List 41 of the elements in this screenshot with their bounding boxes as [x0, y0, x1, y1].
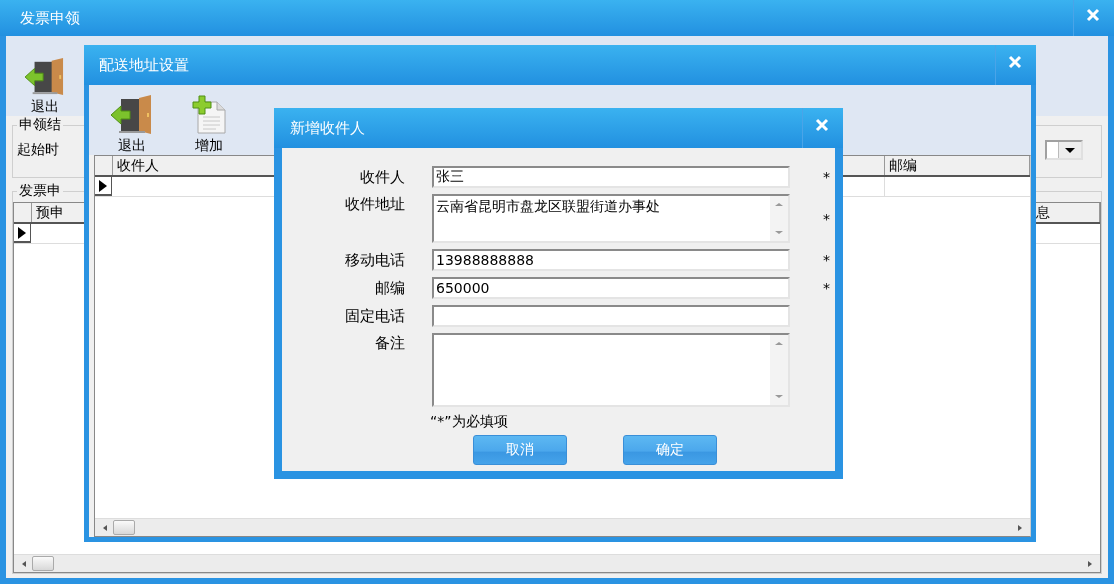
field-label: 起始时	[17, 141, 59, 159]
field-label: 邮编	[374, 277, 405, 299]
group-title: 申领结	[18, 116, 62, 134]
close-icon	[1008, 55, 1022, 69]
dialog-title: 新增收件人	[290, 118, 366, 138]
field-label: 收件人	[359, 166, 405, 188]
column-header[interactable]: 邮编	[885, 156, 1030, 175]
required-mark: *	[822, 252, 831, 268]
window-title: 发票申领	[20, 8, 81, 28]
window-title: 配送地址设置	[99, 55, 190, 75]
close-icon	[1086, 8, 1100, 22]
row-pointer-icon	[99, 179, 107, 192]
field-label: 固定电话	[344, 305, 405, 327]
add-document-icon	[189, 95, 229, 135]
close-icon	[815, 118, 829, 132]
dropdown[interactable]	[1045, 140, 1083, 160]
required-mark: *	[822, 169, 831, 185]
required-mark: *	[822, 210, 831, 227]
group-title: 发票申	[18, 182, 62, 200]
exit-button[interactable]: 退出	[109, 95, 155, 155]
input-field[interactable]: 650000	[432, 277, 790, 299]
add-button[interactable]: 增加	[189, 95, 229, 155]
exit-button[interactable]: 退出	[22, 58, 68, 116]
input-field[interactable]	[432, 305, 790, 327]
scrollbar[interactable]	[95, 518, 1030, 536]
scrollbar[interactable]	[14, 554, 1100, 572]
field-label: 收件地址	[344, 194, 405, 215]
input-field[interactable]: 张三	[432, 166, 790, 188]
input-field[interactable]: 13988888888	[432, 249, 790, 271]
close-button[interactable]	[1008, 55, 1022, 69]
text-area[interactable]	[432, 333, 790, 407]
row-pointer-icon	[18, 226, 26, 239]
field-value: 云南省昆明市盘龙区联盟街道办事处	[436, 198, 660, 214]
required-mark: *	[822, 280, 831, 296]
required-note: “*”为必填项	[430, 413, 509, 431]
close-button[interactable]	[815, 118, 829, 132]
field-label: 备注	[374, 333, 405, 354]
text-area[interactable]: 云南省昆明市盘龙区联盟街道办事处	[432, 194, 790, 243]
close-button[interactable]	[1086, 8, 1100, 22]
caret-icon	[1065, 147, 1075, 153]
field-label: 移动电话	[344, 249, 405, 271]
